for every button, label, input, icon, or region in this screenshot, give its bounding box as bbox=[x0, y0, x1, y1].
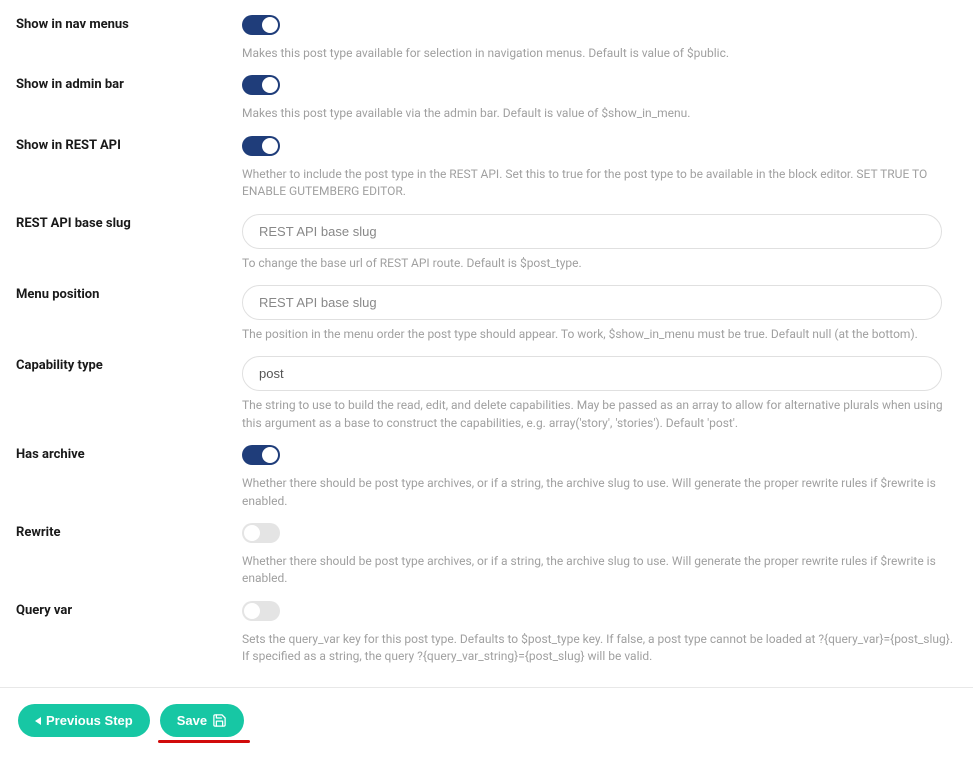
label-rest-api-base-slug: REST API base slug bbox=[16, 214, 242, 231]
toggle-rewrite[interactable] bbox=[242, 523, 280, 543]
toggle-query-var[interactable] bbox=[242, 601, 280, 621]
label-query-var: Query var bbox=[16, 601, 242, 618]
field-has-archive: Has archive Whether there should be post… bbox=[16, 436, 957, 514]
chevron-left-icon bbox=[35, 717, 41, 725]
field-query-var: Query var Sets the query_var key for thi… bbox=[16, 592, 957, 670]
label-rewrite: Rewrite bbox=[16, 523, 242, 540]
toggle-show-in-admin-bar[interactable] bbox=[242, 75, 280, 95]
previous-step-label: Previous Step bbox=[46, 713, 133, 728]
save-button[interactable]: Save bbox=[160, 704, 244, 737]
label-menu-position: Menu position bbox=[16, 285, 242, 302]
toggle-show-in-nav-menus[interactable] bbox=[242, 15, 280, 35]
settings-form: Show in nav menus Makes this post type a… bbox=[0, 0, 973, 688]
help-query-var: Sets the query_var key for this post typ… bbox=[242, 631, 957, 666]
field-menu-position: Menu position The position in the menu o… bbox=[16, 276, 957, 347]
save-label: Save bbox=[177, 713, 207, 728]
help-show-in-nav-menus: Makes this post type available for selec… bbox=[242, 45, 957, 62]
field-rewrite: Rewrite Whether there should be post typ… bbox=[16, 514, 957, 592]
label-has-archive: Has archive bbox=[16, 445, 242, 462]
label-show-in-rest-api: Show in REST API bbox=[16, 136, 242, 153]
label-show-in-nav-menus: Show in nav menus bbox=[16, 15, 242, 32]
help-show-in-admin-bar: Makes this post type available via the a… bbox=[242, 105, 957, 122]
field-show-in-admin-bar: Show in admin bar Makes this post type a… bbox=[16, 66, 957, 126]
footer-actions: Previous Step Save bbox=[0, 688, 973, 759]
field-rest-api-base-slug: REST API base slug To change the base ur… bbox=[16, 205, 957, 276]
input-menu-position[interactable] bbox=[242, 285, 942, 320]
input-capability-type[interactable] bbox=[242, 356, 942, 391]
input-rest-api-base-slug[interactable] bbox=[242, 214, 942, 249]
previous-step-button[interactable]: Previous Step bbox=[18, 704, 150, 737]
help-capability-type: The string to use to build the read, edi… bbox=[242, 397, 957, 432]
help-rewrite: Whether there should be post type archiv… bbox=[242, 553, 957, 588]
help-has-archive: Whether there should be post type archiv… bbox=[242, 475, 957, 510]
field-show-in-rest-api: Show in REST API Whether to include the … bbox=[16, 127, 957, 205]
save-icon bbox=[212, 713, 227, 728]
annotation-underline bbox=[158, 740, 250, 743]
toggle-show-in-rest-api[interactable] bbox=[242, 136, 280, 156]
help-show-in-rest-api: Whether to include the post type in the … bbox=[242, 166, 957, 201]
toggle-has-archive[interactable] bbox=[242, 445, 280, 465]
field-show-in-nav-menus: Show in nav menus Makes this post type a… bbox=[16, 6, 957, 66]
field-capability-type: Capability type The string to use to bui… bbox=[16, 347, 957, 436]
label-capability-type: Capability type bbox=[16, 356, 242, 373]
help-rest-api-base-slug: To change the base url of REST API route… bbox=[242, 255, 957, 272]
label-show-in-admin-bar: Show in admin bar bbox=[16, 75, 242, 92]
help-menu-position: The position in the menu order the post … bbox=[242, 326, 957, 343]
